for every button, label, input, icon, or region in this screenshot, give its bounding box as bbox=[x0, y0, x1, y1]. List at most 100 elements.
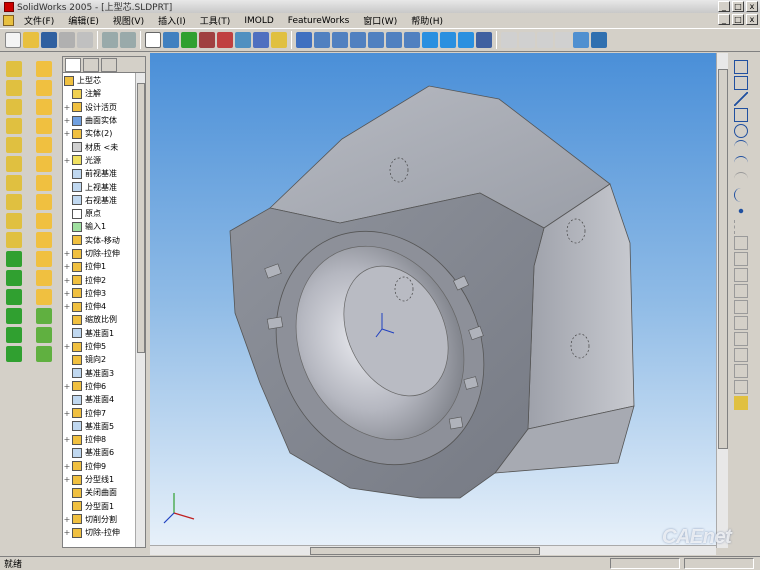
left-view-icon[interactable] bbox=[350, 32, 366, 48]
feature-tree-item[interactable]: 实体-移动 bbox=[63, 234, 145, 247]
spline-icon[interactable] bbox=[734, 188, 748, 202]
tangent-arc-icon[interactable] bbox=[734, 156, 748, 170]
mirror-entities-icon[interactable] bbox=[734, 316, 748, 330]
close-button[interactable]: x bbox=[746, 1, 758, 12]
feature-tree-item[interactable]: 基准面4 bbox=[63, 393, 145, 406]
expand-toggle-icon[interactable]: + bbox=[63, 129, 71, 138]
trimetric-view-icon[interactable] bbox=[440, 32, 456, 48]
shell-icon[interactable] bbox=[6, 232, 22, 248]
linear-pattern-icon[interactable] bbox=[6, 308, 22, 324]
linear-sketch-pattern-icon[interactable] bbox=[734, 332, 748, 346]
trim-entities-icon[interactable] bbox=[734, 284, 748, 298]
note-icon[interactable] bbox=[253, 32, 269, 48]
feature-tree-scrollbar[interactable] bbox=[135, 73, 145, 547]
reference-geometry-icon[interactable] bbox=[36, 80, 52, 96]
expand-toggle-icon[interactable]: + bbox=[63, 409, 71, 418]
expand-toggle-icon[interactable]: + bbox=[63, 528, 71, 537]
surface-loft-icon[interactable] bbox=[36, 175, 52, 191]
graphics-area[interactable] bbox=[150, 53, 716, 548]
sketch-fillet-icon[interactable] bbox=[734, 236, 748, 250]
fillet-icon[interactable] bbox=[6, 175, 22, 191]
feature-tree-item[interactable]: 镜向2 bbox=[63, 353, 145, 366]
planar-surface-icon[interactable] bbox=[36, 213, 52, 229]
hole-wizard-icon[interactable] bbox=[6, 270, 22, 286]
feature-tree-item[interactable]: + 切除-拉伸 bbox=[63, 526, 145, 539]
feature-tree-item[interactable]: 上视基准 bbox=[63, 180, 145, 193]
feature-tree-item[interactable]: + 拉伸5 bbox=[63, 340, 145, 353]
sketch-icon[interactable] bbox=[163, 32, 179, 48]
feature-tree-item[interactable]: + 拉伸2 bbox=[63, 273, 145, 286]
expand-toggle-icon[interactable]: + bbox=[63, 382, 71, 391]
knit-surface-icon[interactable] bbox=[36, 232, 52, 248]
feature-tree-item[interactable]: + 曲面实体 bbox=[63, 114, 145, 127]
extrude-cut-icon[interactable] bbox=[6, 137, 22, 153]
menu-insert[interactable]: 插入(I) bbox=[151, 14, 193, 27]
maximize-button[interactable]: □ bbox=[732, 1, 744, 12]
line-icon[interactable] bbox=[734, 92, 748, 106]
expand-toggle-icon[interactable]: + bbox=[63, 462, 71, 471]
feature-tree-item[interactable]: + 光源 bbox=[63, 154, 145, 167]
print-icon[interactable] bbox=[59, 32, 75, 48]
document-icon[interactable] bbox=[3, 15, 14, 26]
zoom-fit-icon[interactable] bbox=[501, 32, 517, 48]
centerline-icon[interactable] bbox=[734, 220, 748, 234]
select-arrow-icon[interactable] bbox=[145, 32, 161, 48]
expand-toggle-icon[interactable]: + bbox=[63, 116, 71, 125]
extend-entities-icon[interactable] bbox=[734, 300, 748, 314]
zoom-selection-icon[interactable] bbox=[555, 32, 571, 48]
rectangle-icon[interactable] bbox=[734, 108, 748, 122]
mirror-icon[interactable] bbox=[6, 327, 22, 343]
display-relations-icon[interactable] bbox=[734, 380, 748, 394]
menu-edit[interactable]: 编辑(E) bbox=[61, 14, 106, 27]
surface-extrude-icon[interactable] bbox=[36, 118, 52, 134]
feature-tree-item[interactable]: + 拉伸1 bbox=[63, 260, 145, 273]
undo-icon[interactable] bbox=[102, 32, 118, 48]
part-model[interactable] bbox=[150, 53, 716, 548]
sketch-icon[interactable] bbox=[734, 60, 748, 74]
add-relation-icon[interactable] bbox=[734, 364, 748, 378]
new-document-icon[interactable] bbox=[5, 32, 21, 48]
zoom-area-icon[interactable] bbox=[519, 32, 535, 48]
extend-surface-icon[interactable] bbox=[36, 251, 52, 267]
isometric-view-icon[interactable] bbox=[422, 32, 438, 48]
front-view-icon[interactable] bbox=[314, 32, 330, 48]
feature-tree-item[interactable]: + 拉伸7 bbox=[63, 406, 145, 419]
chamfer-icon[interactable] bbox=[6, 194, 22, 210]
feature-tree-item[interactable]: + 拉伸4 bbox=[63, 300, 145, 313]
feature-tree-scroll-thumb[interactable] bbox=[137, 83, 145, 353]
configurationmanager-tab[interactable] bbox=[101, 58, 117, 72]
dome-icon[interactable] bbox=[6, 289, 22, 305]
view-icon[interactable] bbox=[235, 32, 251, 48]
parting-line-icon[interactable] bbox=[36, 327, 52, 343]
expand-toggle-icon[interactable]: + bbox=[63, 276, 71, 285]
expand-toggle-icon[interactable]: + bbox=[63, 262, 71, 271]
circle-icon[interactable] bbox=[734, 124, 748, 138]
tooling-split-icon[interactable] bbox=[36, 346, 52, 362]
feature-tree-item[interactable]: 原点 bbox=[63, 207, 145, 220]
menu-view[interactable]: 视图(V) bbox=[106, 14, 151, 27]
move-entities-icon[interactable] bbox=[734, 348, 748, 362]
top-view-icon[interactable] bbox=[386, 32, 402, 48]
menu-help[interactable]: 帮助(H) bbox=[404, 14, 450, 27]
feature-tree-item[interactable]: 分型面1 bbox=[63, 500, 145, 513]
feature-tree-item[interactable]: + 设计活页 bbox=[63, 101, 145, 114]
save-icon[interactable] bbox=[41, 32, 57, 48]
convert-entities-icon[interactable] bbox=[734, 268, 748, 282]
rotate-icon[interactable] bbox=[573, 32, 589, 48]
feature-tree-item[interactable]: 基准面1 bbox=[63, 327, 145, 340]
curves-icon[interactable] bbox=[6, 346, 22, 362]
expand-toggle-icon[interactable]: + bbox=[63, 302, 71, 311]
dimetric-view-icon[interactable] bbox=[458, 32, 474, 48]
expand-toggle-icon[interactable]: + bbox=[63, 103, 71, 112]
feature-tree-item[interactable]: + 拉伸8 bbox=[63, 433, 145, 446]
redo-icon[interactable] bbox=[120, 32, 136, 48]
featuremanager-tab[interactable] bbox=[65, 58, 81, 72]
draft-icon[interactable] bbox=[6, 251, 22, 267]
minimize-button[interactable]: _ bbox=[718, 1, 730, 12]
expand-toggle-icon[interactable]: + bbox=[63, 435, 71, 444]
revolve-boss-icon[interactable] bbox=[6, 80, 22, 96]
menu-tools[interactable]: 工具(T) bbox=[193, 14, 238, 27]
feature-tree-item[interactable]: 基准面3 bbox=[63, 367, 145, 380]
right-view-icon[interactable] bbox=[368, 32, 384, 48]
expand-toggle-icon[interactable]: + bbox=[63, 289, 71, 298]
